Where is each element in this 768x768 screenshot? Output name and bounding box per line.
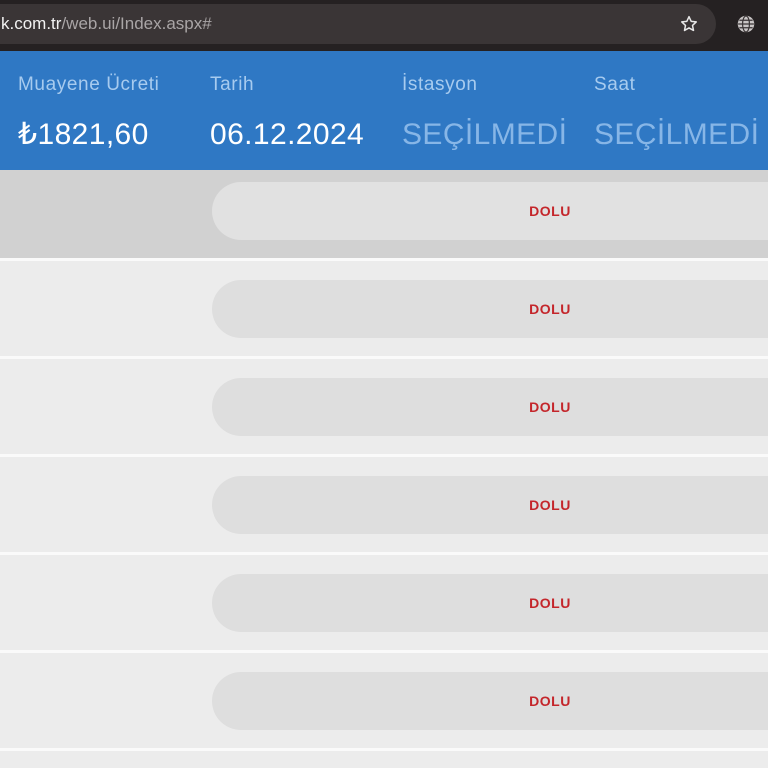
summary-field-fee: Muayene Ücreti ₺1821,60 (18, 51, 192, 170)
fee-value: ₺1821,60 (18, 118, 149, 151)
time-slot-button[interactable]: DOLU (212, 671, 768, 730)
slot-status-label: DOLU (529, 300, 571, 317)
url-text[interactable]: k.com.tr/web.ui/Index.aspx# (1, 4, 212, 44)
time-slot-button[interactable]: DOLU (212, 279, 768, 338)
slot-status-label: DOLU (529, 203, 571, 219)
slot-status-label: DOLU (529, 496, 571, 513)
address-bar[interactable]: k.com.tr/web.ui/Index.aspx# (0, 4, 716, 44)
browser-toolbar: k.com.tr/web.ui/Index.aspx# (0, 0, 768, 51)
fee-label: Muayene Ücreti (18, 74, 160, 95)
summary-field-time: Saat SEÇİLMEDİ (594, 51, 768, 170)
url-path: /web.ui/Index.aspx# (61, 14, 212, 33)
time-slot-row: DOLU (0, 170, 768, 258)
summary-field-date: Tarih 06.12.2024 (210, 51, 384, 170)
time-slot-button[interactable]: DOLU (212, 573, 768, 632)
time-slot-row-partial (0, 751, 768, 768)
url-host: k.com.tr (1, 14, 62, 33)
slot-status-label: DOLU (529, 692, 571, 709)
time-slot-row: DOLU (0, 359, 768, 454)
time-slot-button[interactable]: DOLU (212, 475, 768, 534)
browser-window: k.com.tr/web.ui/Index.aspx# Muayene Ücre… (0, 0, 768, 768)
time-slot-row: DOLU (0, 653, 768, 748)
time-slot-button[interactable]: DOLU (212, 377, 768, 436)
time-slot-list: DOLU DOLU DOLU DOLU DOLU DOLU (0, 170, 768, 768)
summary-header: Muayene Ücreti ₺1821,60 Tarih 06.12.2024… (0, 51, 768, 170)
station-label: İstasyon (402, 74, 478, 95)
time-slot-row: DOLU (0, 555, 768, 650)
time-slot-button[interactable]: DOLU (212, 182, 768, 240)
date-label: Tarih (210, 74, 255, 95)
time-slot-row: DOLU (0, 261, 768, 356)
globe-icon[interactable] (737, 15, 755, 33)
summary-field-station: İstasyon SEÇİLMEDİ (402, 51, 576, 170)
station-value: SEÇİLMEDİ (402, 118, 568, 151)
star-icon[interactable] (679, 14, 699, 34)
time-label: Saat (594, 74, 636, 95)
date-value: 06.12.2024 (210, 118, 365, 151)
time-slot-row: DOLU (0, 457, 768, 552)
slot-status-label: DOLU (529, 594, 571, 611)
slot-status-label: DOLU (529, 398, 571, 415)
time-value: SEÇİLMEDİ (594, 118, 760, 151)
